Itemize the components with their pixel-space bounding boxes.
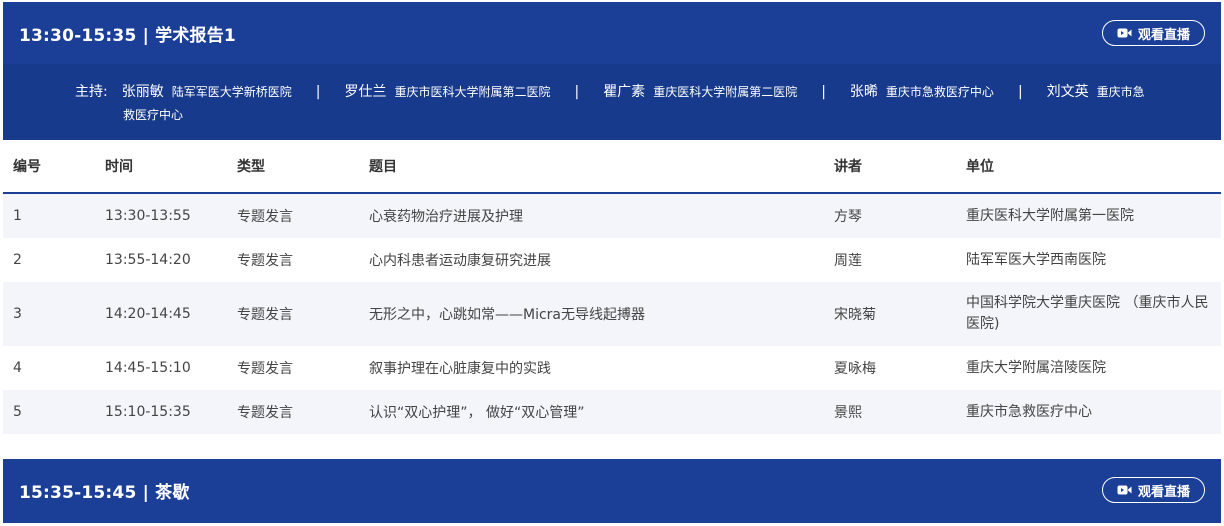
video-camera-icon	[1117, 484, 1132, 496]
column-header-speaker: 讲者	[834, 140, 966, 194]
separator: |	[315, 84, 321, 100]
cell-topic: 心衰药物治疗进展及护理	[369, 193, 834, 238]
hosts-label: 主持:	[75, 84, 108, 100]
cell-number: 4	[3, 346, 105, 390]
separator: |	[1017, 84, 1023, 100]
host-org: 重庆市急	[1096, 85, 1145, 99]
session-title: 15:35-15:45 | 茶歇	[19, 483, 190, 503]
cell-unit: 重庆市急救医疗中心	[966, 390, 1221, 434]
host-org: 陆军军医大学新桥医院	[171, 85, 292, 99]
column-header-unit: 单位	[966, 140, 1221, 194]
cell-speaker: 夏咏梅	[834, 346, 966, 390]
cell-topic: 叙事护理在心脏康复中的实践	[369, 346, 834, 390]
cell-unit: 陆军军医大学西南医院	[966, 238, 1221, 282]
column-header-topic: 题目	[369, 140, 834, 194]
cell-speaker: 方琴	[834, 193, 966, 238]
cell-unit-text: 重庆医科大学附属第一医院	[966, 207, 1134, 224]
cell-type: 专题发言	[237, 282, 369, 346]
table-row: 4 14:45-15:10 专题发言 叙事护理在心脏康复中的实践 夏咏梅 重庆大…	[3, 346, 1221, 390]
cell-type: 专题发言	[237, 193, 369, 238]
separator: |	[821, 84, 826, 100]
table-row: 2 13:55-14:20 专题发言 心内科患者运动康复研究进展 周莲 陆军军医…	[3, 238, 1221, 282]
session-header: 13:30-15:35 | 学术报告1 观看直播	[3, 2, 1221, 64]
cell-type: 专题发言	[237, 238, 369, 282]
host-org: 重庆市急救医疗中心	[885, 85, 994, 99]
table-row: 5 15:10-15:35 专题发言 认识“双心护理”， 做好“双心管理” 景熙…	[3, 390, 1221, 434]
hosts-band: 主持: 张丽敏 陆军军医大学新桥医院 | 罗仕兰 重庆市医科大学附属第二医院 | 瞿广素 重庆医…	[3, 64, 1221, 140]
cell-number: 2	[3, 238, 105, 282]
host-org-continued: 救医疗中心	[123, 108, 184, 122]
cell-unit: 重庆大学附属涪陵医院	[966, 346, 1221, 390]
cell-time: 14:45-15:10	[105, 346, 237, 390]
table-header-row: 编号 时间 类型 题目 讲者 单位	[3, 140, 1221, 194]
cell-topic: 心内科患者运动康复研究进展	[369, 238, 834, 282]
table-row: 3 14:20-14:45 专题发言 无形之中，心跳如常——Micra无导线起搏…	[3, 282, 1221, 346]
cell-unit-text: 中国科学院大学重庆医院 （重庆市人民医院)	[966, 295, 1209, 332]
column-header-time: 时间	[105, 140, 237, 194]
column-header-type: 类型	[237, 140, 369, 194]
cell-unit-text: 重庆市急救医疗中心	[966, 403, 1092, 420]
host-org: 重庆市医科大学附属第二医院	[394, 85, 551, 99]
cell-speaker: 周莲	[834, 238, 966, 282]
host-org: 重庆医科大学附属第二医院	[653, 85, 798, 99]
cell-unit: 重庆医科大学附属第一医院	[966, 193, 1221, 238]
cell-time: 15:10-15:35	[105, 390, 237, 434]
watch-live-label: 观看直播	[1137, 484, 1190, 500]
cell-unit-text: 陆军军医大学西南医院	[966, 251, 1106, 268]
watch-live-label: 观看直播	[1137, 27, 1190, 43]
table-row: 1 13:30-13:55 专题发言 心衰药物治疗进展及护理 方琴 重庆医科大学…	[3, 193, 1221, 238]
schedule-table: 编号 时间 类型 题目 讲者 单位 1 13:30-13:55 专题发言 心衰药…	[3, 140, 1221, 434]
host-name: 瞿广素	[603, 84, 646, 100]
schedule-page: 13:30-15:35 | 学术报告1 观看直播 主持: 张丽敏 陆军军医大学新桥医…	[0, 0, 1224, 526]
watch-live-button[interactable]: 观看直播	[1102, 477, 1205, 503]
video-camera-icon	[1117, 27, 1132, 39]
cell-time: 14:20-14:45	[105, 282, 237, 346]
watch-live-button[interactable]: 观看直播	[1102, 20, 1205, 46]
session-header: 15:35-15:45 | 茶歇 观看直播	[3, 459, 1221, 523]
host-name: 张丽敏	[121, 84, 164, 100]
separator: |	[574, 84, 580, 100]
cell-type: 专题发言	[237, 390, 369, 434]
cell-time: 13:30-13:55	[105, 193, 237, 238]
hosts-line: 主持: 张丽敏 陆军军医大学新桥医院 | 罗仕兰 重庆市医科大学附属第二医院 | 瞿广素 重庆医…	[75, 81, 1210, 104]
cell-unit: 中国科学院大学重庆医院 （重庆市人民医院)	[966, 282, 1221, 346]
cell-topic: 认识“双心护理”， 做好“双心管理”	[369, 390, 834, 434]
host-name: 刘文英	[1046, 84, 1089, 100]
session-title: 13:30-15:35 | 学术报告1	[19, 26, 236, 46]
cell-time: 13:55-14:20	[105, 238, 237, 282]
cell-number: 1	[3, 193, 105, 238]
cell-topic: 无形之中，心跳如常——Micra无导线起搏器	[369, 282, 834, 346]
host-name: 罗仕兰	[344, 84, 387, 100]
cell-speaker: 景熙	[834, 390, 966, 434]
host-name: 张晞	[849, 84, 878, 100]
cell-unit-text: 重庆大学附属涪陵医院	[966, 359, 1106, 376]
cell-type: 专题发言	[237, 346, 369, 390]
cell-number: 3	[3, 282, 105, 346]
cell-number: 5	[3, 390, 105, 434]
column-header-number: 编号	[3, 140, 105, 194]
cell-speaker: 宋晓菊	[834, 282, 966, 346]
